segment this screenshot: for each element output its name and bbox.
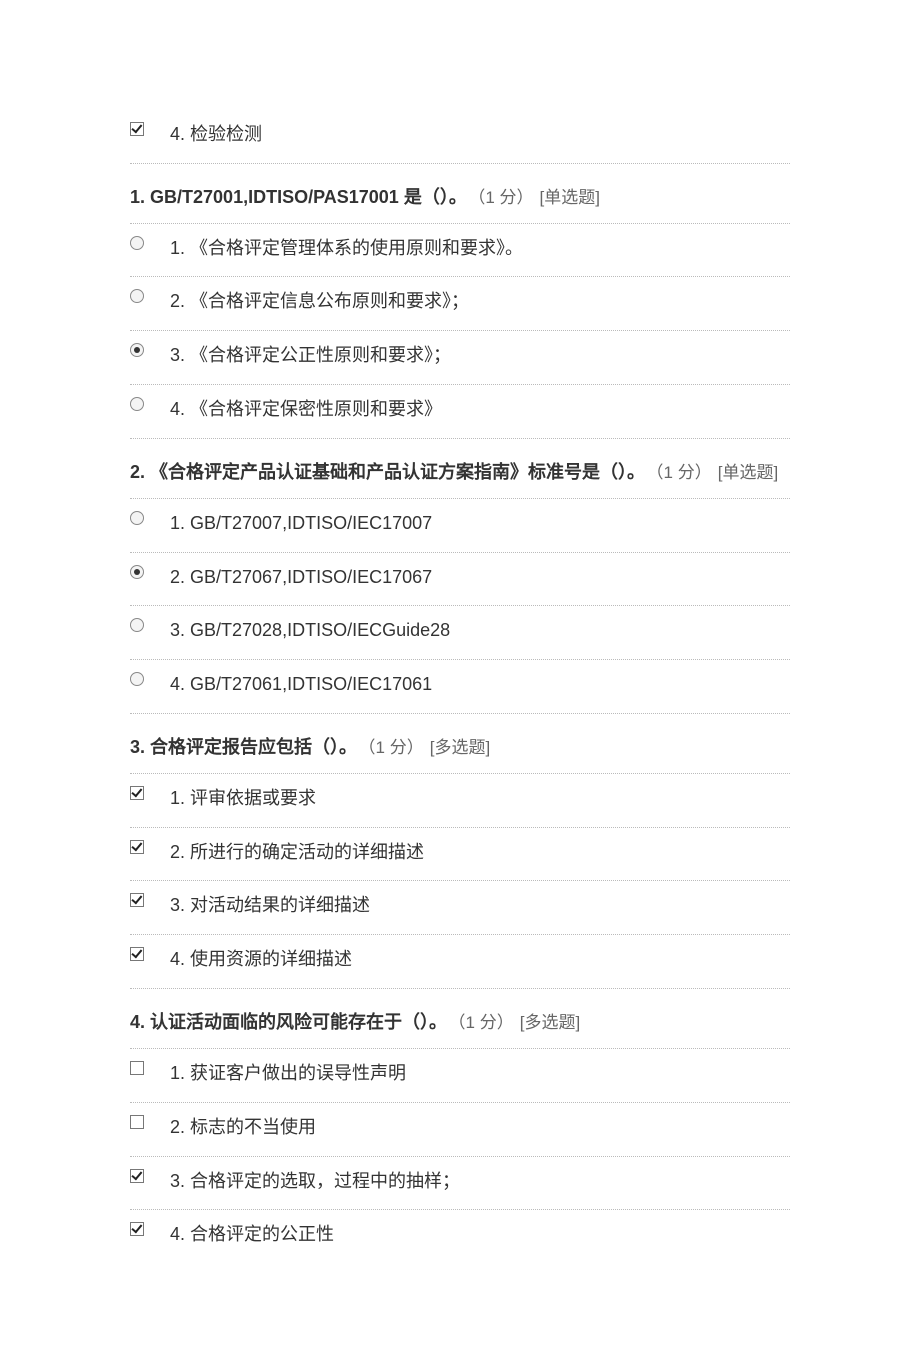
question-type-tag: [多选题] (430, 738, 490, 757)
option-row: 2. 《合格评定信息公布原则和要求》； (130, 277, 790, 331)
option-text: 1. 评审依据或要求 (170, 784, 316, 813)
checkbox-input[interactable] (130, 1222, 144, 1236)
question-number: 2. (130, 462, 145, 482)
option-text: 3. 对活动结果的详细描述 (170, 891, 370, 920)
checkbox-input[interactable] (130, 947, 144, 961)
option-row: 1. GB/T27007,IDTISO/IEC17007 (130, 499, 790, 553)
option-text: 3. 合格评定的选取，过程中的抽样； (170, 1167, 460, 1196)
question-title: GB/T27001,IDTISO/PAS17001 是（）。 (150, 187, 467, 207)
option-text: 4. 检验检测 (170, 120, 262, 149)
radio-input[interactable] (130, 289, 144, 303)
option-row: 4. 合格评定的公正性 (130, 1210, 790, 1263)
option-text: 2. 所进行的确定活动的详细描述 (170, 838, 424, 867)
option-text: 2. GB/T27067,IDTISO/IEC17067 (170, 563, 432, 592)
option-row: 4. GB/T27061,IDTISO/IEC17061 (130, 660, 790, 714)
option-row: 3. 对活动结果的详细描述 (130, 881, 790, 935)
question-title: 合格评定报告应包括（）。 (150, 737, 357, 757)
checkbox-input[interactable] (130, 1169, 144, 1183)
question-number: 1. (130, 187, 145, 207)
option-row: 3. GB/T27028,IDTISO/IECGuide28 (130, 606, 790, 660)
option-text: 1. 获证客户做出的误导性声明 (170, 1059, 406, 1088)
option-row: 2. GB/T27067,IDTISO/IEC17067 (130, 553, 790, 607)
option-text: 4. 《合格评定保密性原则和要求》 (170, 395, 442, 424)
question-header: 2. 《合格评定产品认证基础和产品认证方案指南》标准号是（）。 （1 分） [单选题… (130, 439, 790, 499)
option-row: 4. 《合格评定保密性原则和要求》 (130, 385, 790, 439)
radio-input[interactable] (130, 343, 144, 357)
question-points: （1 分） (367, 738, 424, 757)
question-points: （1 分） (457, 1013, 514, 1032)
option-row: 4. 检验检测 (130, 110, 790, 164)
checkbox-input[interactable] (130, 122, 144, 136)
option-text: 2. 标志的不当使用 (170, 1113, 316, 1142)
question-type-tag: [单选题] (540, 188, 600, 207)
radio-input[interactable] (130, 511, 144, 525)
checkbox-input[interactable] (130, 786, 144, 800)
option-row: 2. 标志的不当使用 (130, 1103, 790, 1157)
option-text: 1. 《合格评定管理体系的使用原则和要求》。 (170, 234, 523, 263)
option-row: 3. 《合格评定公正性原则和要求》； (130, 331, 790, 385)
question-number: 3. (130, 737, 145, 757)
option-text: 3. GB/T27028,IDTISO/IECGuide28 (170, 616, 450, 645)
option-row: 1. 评审依据或要求 (130, 774, 790, 828)
option-text: 4. GB/T27061,IDTISO/IEC17061 (170, 670, 432, 699)
question-type-tag: [单选题] (718, 463, 778, 482)
question-number: 4. (130, 1012, 145, 1032)
option-text: 3. 《合格评定公正性原则和要求》； (170, 341, 451, 370)
option-row: 4. 使用资源的详细描述 (130, 935, 790, 989)
radio-input[interactable] (130, 565, 144, 579)
option-row: 1. 获证客户做出的误导性声明 (130, 1049, 790, 1103)
radio-input[interactable] (130, 618, 144, 632)
option-row: 1. 《合格评定管理体系的使用原则和要求》。 (130, 224, 790, 278)
checkbox-input[interactable] (130, 893, 144, 907)
option-row: 2. 所进行的确定活动的详细描述 (130, 828, 790, 882)
question-title: 认证活动面临的风险可能存在于（）。 (150, 1012, 447, 1032)
question-points: （1 分） (477, 188, 534, 207)
radio-input[interactable] (130, 672, 144, 686)
option-text: 4. 使用资源的详细描述 (170, 945, 352, 974)
question-header: 4. 认证活动面临的风险可能存在于（）。 （1 分） [多选题] (130, 989, 790, 1049)
question-header: 3. 合格评定报告应包括（）。 （1 分） [多选题] (130, 714, 790, 774)
option-text: 2. 《合格评定信息公布原则和要求》； (170, 287, 469, 316)
option-text: 1. GB/T27007,IDTISO/IEC17007 (170, 509, 432, 538)
checkbox-input[interactable] (130, 840, 144, 854)
question-title: 《合格评定产品认证基础和产品认证方案指南》标准号是（）。 (150, 462, 645, 482)
question-points: （1 分） (655, 463, 712, 482)
checkbox-input[interactable] (130, 1115, 144, 1129)
radio-input[interactable] (130, 236, 144, 250)
question-header: 1. GB/T27001,IDTISO/PAS17001 是（）。 （1 分） [单… (130, 164, 790, 224)
question-type-tag: [多选题] (520, 1013, 580, 1032)
checkbox-input[interactable] (130, 1061, 144, 1075)
option-row: 3. 合格评定的选取，过程中的抽样； (130, 1157, 790, 1211)
radio-input[interactable] (130, 397, 144, 411)
option-text: 4. 合格评定的公正性 (170, 1220, 334, 1249)
